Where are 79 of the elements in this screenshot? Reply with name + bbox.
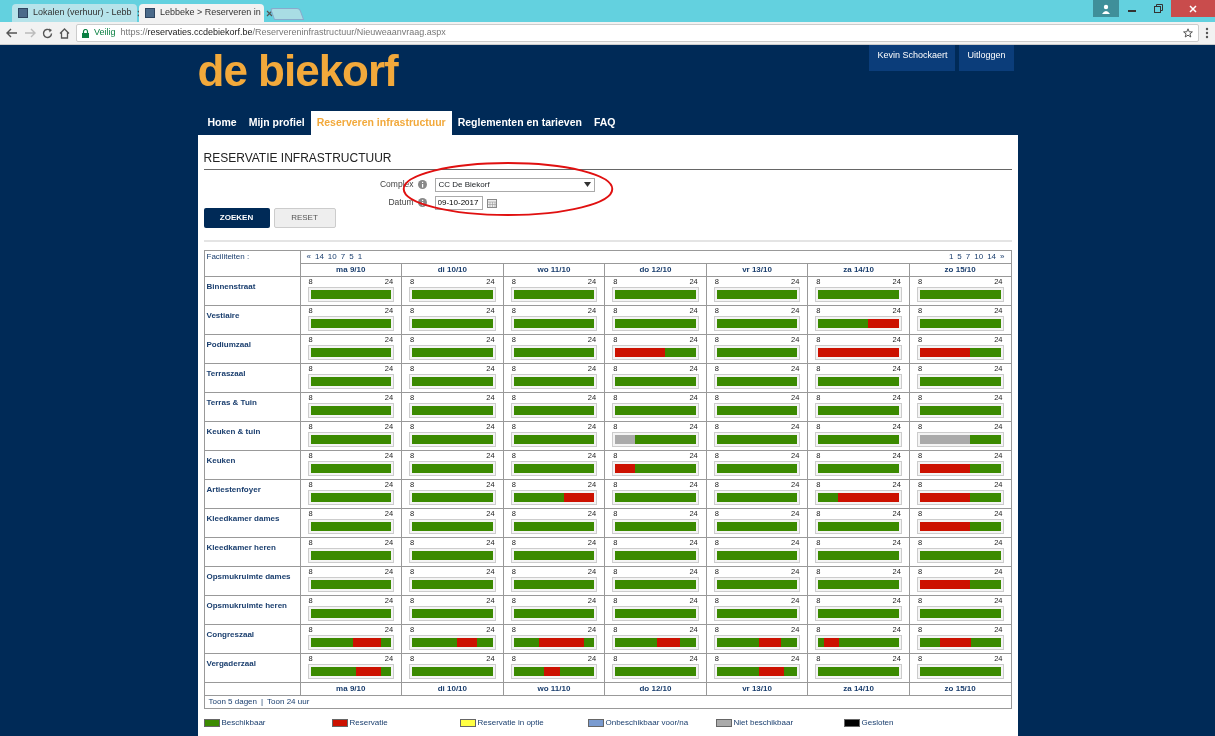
person-icon[interactable]	[1101, 3, 1111, 14]
link-separator: |	[261, 695, 264, 708]
field-label: Datum	[387, 196, 414, 210]
day-header: ma 9/10	[300, 263, 402, 277]
day-footer: di 10/10	[401, 682, 504, 696]
day-footer: za 14/10	[807, 682, 910, 696]
pager-link[interactable]: 14	[987, 251, 997, 261]
reload-icon[interactable]	[42, 27, 53, 39]
pager-link[interactable]: 14	[314, 251, 324, 261]
back-arrow-icon[interactable]	[6, 28, 18, 38]
nav-link[interactable]: Reglementen en tarieven	[451, 111, 588, 135]
secure-label: Veilig	[94, 26, 116, 40]
day-footer: zo 15/10	[909, 682, 1011, 696]
info-icon[interactable]	[417, 180, 427, 190]
day-footer: do 12/10	[604, 682, 707, 696]
home-icon[interactable]	[59, 27, 70, 39]
legend-label: Reservatie in optie	[477, 716, 544, 729]
day-header: do 12/10	[604, 263, 707, 277]
star-icon[interactable]	[1183, 28, 1193, 38]
legend-label: Gesloten	[861, 716, 894, 729]
date-field[interactable]: 09-10-2017	[434, 195, 483, 210]
facility-name: Vestiaire	[204, 305, 300, 335]
facility-name: Terras & Tuin	[204, 392, 300, 422]
day-header: zo 15/10	[909, 263, 1011, 277]
legend-label: Beschikbaar	[221, 716, 266, 729]
pager-link[interactable]: 1	[357, 251, 363, 261]
browser-tab[interactable]: Lokalen (verhuur) - Lebb	[12, 4, 137, 22]
pager-link[interactable]: 5	[349, 251, 354, 261]
info-icon[interactable]	[417, 198, 427, 208]
nav-link[interactable]: Home	[201, 111, 243, 135]
facility-name: Artiestenfoyer	[204, 479, 300, 509]
header-button[interactable]: Uitloggen	[959, 45, 1014, 71]
pager-link[interactable]: 10	[327, 251, 337, 261]
url-text: https://reservaties.ccdebiekorf.be/Reservereninfrastructuur/Nieuweaanvraag.aspx	[120, 26, 446, 40]
pager-link[interactable]: 5	[957, 251, 962, 261]
pager-link[interactable]: 1	[948, 251, 954, 261]
day-footer: wo 11/10	[503, 682, 605, 696]
toon-link[interactable]: Toon 5 dagen	[208, 695, 257, 708]
pager-link[interactable]: »	[1000, 251, 1005, 261]
facility-name: Keuken & tuin	[204, 421, 300, 451]
toon-link[interactable]: Toon 24 uur	[267, 695, 310, 708]
header-button[interactable]: Kevin Schockaert	[869, 45, 956, 71]
facility-name: Kleedkamer heren	[204, 537, 300, 567]
site-logo[interactable]: de biekorf	[197, 49, 398, 93]
grid-header-label: Faciliteiten :	[205, 251, 250, 261]
legend-label: Niet beschikbaar	[733, 716, 794, 729]
facility-name: Keuken	[204, 450, 300, 480]
facility-name: Podiumzaal	[204, 334, 300, 364]
page-title: RESERVATIE INFRASTRUCTUUR	[203, 148, 1012, 170]
legend-label: Reservatie	[349, 716, 388, 729]
facility-name: Terraszaal	[204, 363, 300, 393]
facility-name: Congreszaal	[204, 624, 300, 654]
address-bar[interactable]: Veilig https://reservaties.ccdebiekorf.be/Reservereninfrastructuur/Nieuweaanvraag.aspx	[76, 24, 1199, 42]
pager-link[interactable]: 7	[340, 251, 346, 261]
pager-link[interactable]: 10	[974, 251, 984, 261]
facility-name: Opsmukruimte dames	[204, 566, 300, 596]
menu-icon[interactable]	[1205, 27, 1209, 39]
caret-icon	[583, 182, 591, 188]
facility-name: Vergaderzaal	[204, 653, 300, 683]
nav-link[interactable]: FAQ	[587, 111, 622, 135]
day-footer: ma 9/10	[300, 682, 402, 696]
legend-label: Onbeschikbaar voor/na	[605, 716, 689, 729]
day-footer: vr 13/10	[706, 682, 808, 696]
pager-link[interactable]: 7	[965, 251, 971, 261]
lock-icon	[82, 28, 89, 38]
nav-link[interactable]: Mijn profiel	[242, 111, 311, 135]
restore-icon[interactable]	[1153, 4, 1163, 13]
calendar-icon[interactable]	[486, 197, 497, 208]
facility-name: Kleedkamer dames	[204, 508, 300, 538]
reset-button[interactable]: RESET	[273, 207, 336, 228]
pager-link[interactable]: «	[306, 251, 311, 261]
day-header: vr 13/10	[706, 263, 808, 277]
complex-dropdown[interactable]: CC De Biekorf	[434, 177, 595, 192]
day-header: di 10/10	[401, 263, 504, 277]
facility-name: Opsmukruimte heren	[204, 595, 300, 625]
day-header: wo 11/10	[503, 263, 605, 277]
search-button[interactable]: ZOEKEN	[203, 207, 270, 228]
day-header: za 14/10	[807, 263, 910, 277]
facility-name: Binnenstraat	[204, 276, 300, 306]
